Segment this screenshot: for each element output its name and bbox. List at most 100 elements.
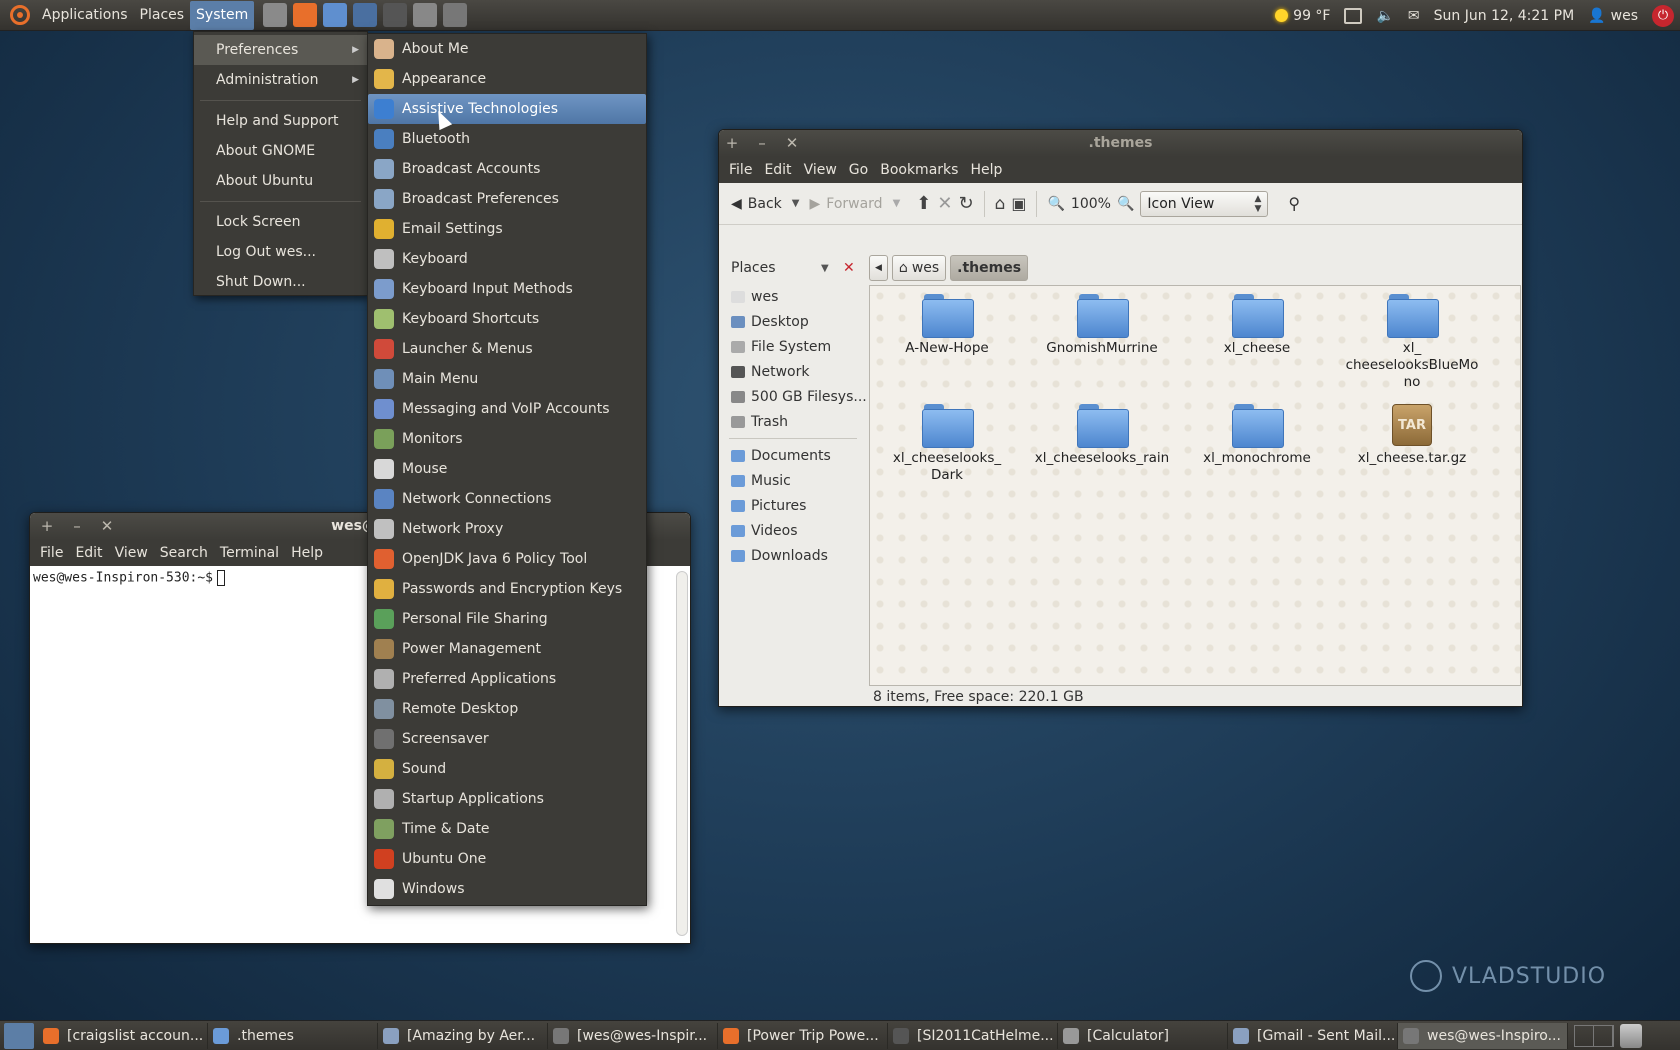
pref-item-network-proxy[interactable]: Network Proxy: [368, 514, 646, 544]
pref-item-broadcast-preferences[interactable]: Broadcast Preferences: [368, 184, 646, 214]
places-menu[interactable]: Places: [134, 0, 191, 31]
terminal-icon[interactable]: [383, 3, 408, 27]
fm-menu-go[interactable]: Go: [843, 162, 874, 178]
icon-view[interactable]: A-New-Hope GnomishMurrine xl_cheese xl_ che…: [869, 285, 1521, 686]
power-icon[interactable]: ⏻: [1652, 4, 1674, 27]
sidebar-item-file-system[interactable]: File System: [719, 334, 867, 359]
tools-icon[interactable]: [413, 3, 438, 27]
zoom-out-icon[interactable]: 🔍: [1047, 196, 1064, 212]
file-item[interactable]: xl_ cheeselooksBlueMo no: [1337, 294, 1487, 391]
file-item[interactable]: TAR xl_cheese.tar.gz: [1337, 404, 1487, 467]
terminal-menu-file[interactable]: File: [34, 545, 69, 561]
reload-icon[interactable]: ↻: [958, 193, 973, 214]
sidebar-item-documents[interactable]: Documents: [719, 443, 867, 468]
pref-item-ubuntu-one[interactable]: Ubuntu One: [368, 844, 646, 874]
path-crumb-wes[interactable]: ⌂ wes: [891, 255, 947, 281]
sidebar-item-pictures[interactable]: Pictures: [719, 493, 867, 518]
terminal-menu-terminal[interactable]: Terminal: [214, 545, 285, 561]
terminal-menu-view[interactable]: View: [109, 545, 154, 561]
pref-item-passwords-and-encryption-keys[interactable]: Passwords and Encryption Keys: [368, 574, 646, 604]
camera-icon[interactable]: [443, 3, 468, 27]
calculator-icon[interactable]: [263, 3, 288, 27]
terminal-menu-search[interactable]: Search: [154, 545, 214, 561]
sidebar-item-500-gb-filesys[interactable]: 500 GB Filesys...: [719, 384, 867, 409]
network-icon[interactable]: [353, 3, 378, 27]
sidebar-header[interactable]: Places ▼ ✕: [719, 252, 867, 284]
taskbar-button[interactable]: [Power Trip Powe...: [718, 1022, 888, 1049]
system-menu-item-about-gnome[interactable]: About GNOME: [194, 136, 367, 166]
sidebar-item-network[interactable]: Network: [719, 359, 867, 384]
sidebar-close-icon[interactable]: ✕: [843, 260, 855, 276]
workspace-1[interactable]: [1575, 1025, 1594, 1046]
user-menu[interactable]: 👤 wes: [1588, 8, 1638, 24]
system-menu-item-log-out-wes[interactable]: Log Out wes...: [194, 237, 367, 267]
stop-icon[interactable]: ✕: [937, 193, 952, 214]
computer-icon[interactable]: ▣: [1011, 194, 1026, 213]
taskbar-button[interactable]: [Amazing by Aer...: [378, 1022, 548, 1049]
forward-button[interactable]: ▶ Forward: [805, 196, 886, 212]
clock[interactable]: Sun Jun 12, 4:21 PM: [1434, 8, 1575, 24]
pref-item-power-management[interactable]: Power Management: [368, 634, 646, 664]
fm-menu-edit[interactable]: Edit: [758, 162, 797, 178]
back-history-icon[interactable]: ▼: [792, 198, 800, 209]
fm-menu-view[interactable]: View: [798, 162, 843, 178]
sidebar-item-downloads[interactable]: Downloads: [719, 543, 867, 568]
zoom-in-icon[interactable]: 🔍: [1117, 196, 1134, 212]
pref-item-main-menu[interactable]: Main Menu: [368, 364, 646, 394]
pref-item-email-settings[interactable]: Email Settings: [368, 214, 646, 244]
up-icon[interactable]: ⬆: [916, 193, 931, 214]
workspace-2[interactable]: [1594, 1025, 1613, 1046]
file-item[interactable]: A-New-Hope: [872, 294, 1022, 357]
pref-item-personal-file-sharing[interactable]: Personal File Sharing: [368, 604, 646, 634]
path-left-arrow[interactable]: ◀: [869, 255, 888, 281]
fm-menu-file[interactable]: File: [723, 162, 758, 178]
file-item[interactable]: xl_monochrome: [1182, 404, 1332, 467]
forward-history-icon[interactable]: ▼: [893, 198, 901, 209]
pref-item-keyboard-input-methods[interactable]: Keyboard Input Methods: [368, 274, 646, 304]
taskbar-button[interactable]: .themes: [208, 1022, 378, 1049]
sidebar-item-wes[interactable]: wes: [719, 284, 867, 309]
system-menu-item-help-and-support[interactable]: Help and Support: [194, 106, 367, 136]
taskbar-button[interactable]: [SI2011CatHelme...: [888, 1022, 1058, 1049]
pref-item-startup-applications[interactable]: Startup Applications: [368, 784, 646, 814]
pref-item-network-connections[interactable]: Network Connections: [368, 484, 646, 514]
search-binoculars-icon[interactable]: ⚲: [1288, 194, 1300, 213]
home-icon[interactable]: ⌂: [995, 194, 1006, 214]
pref-item-broadcast-accounts[interactable]: Broadcast Accounts: [368, 154, 646, 184]
display-icon[interactable]: [1344, 7, 1363, 24]
taskbar-button[interactable]: [Calculator]: [1058, 1022, 1228, 1049]
sidebar-item-videos[interactable]: Videos: [719, 518, 867, 543]
file-item[interactable]: xl_cheese: [1182, 294, 1332, 357]
mail-icon[interactable]: ✉: [1408, 8, 1420, 24]
pref-item-openjdk-java-6-policy-tool[interactable]: OpenJDK Java 6 Policy Tool: [368, 544, 646, 574]
file-item[interactable]: xl_cheeselooks_ Dark: [872, 404, 1022, 484]
pref-item-assistive-technologies[interactable]: Assistive Technologies: [368, 94, 646, 124]
taskbar-button[interactable]: [wes@wes-Inspir...: [548, 1022, 718, 1049]
pref-item-launcher-menus[interactable]: Launcher & Menus: [368, 334, 646, 364]
file-item[interactable]: GnomishMurrine: [1027, 294, 1177, 357]
show-desktop-icon[interactable]: [4, 1022, 34, 1049]
fm-menu-help[interactable]: Help: [964, 162, 1008, 178]
firefox-icon[interactable]: [293, 3, 318, 27]
ubuntu-logo-icon[interactable]: [10, 5, 30, 25]
pref-item-monitors[interactable]: Monitors: [368, 424, 646, 454]
system-menu-item-lock-screen[interactable]: Lock Screen: [194, 207, 367, 237]
sidebar-item-music[interactable]: Music: [719, 468, 867, 493]
sidebar-item-desktop[interactable]: Desktop: [719, 309, 867, 334]
monitor-icon[interactable]: [323, 3, 348, 27]
applications-menu[interactable]: Applications: [36, 0, 134, 31]
sidebar-item-trash[interactable]: Trash: [719, 409, 867, 434]
fm-titlebar[interactable]: + – ✕ .themes: [719, 130, 1522, 157]
pref-item-remote-desktop[interactable]: Remote Desktop: [368, 694, 646, 724]
system-menu-item-shut-down[interactable]: Shut Down...: [194, 267, 367, 297]
fm-menu-bookmarks[interactable]: Bookmarks: [874, 162, 964, 178]
volume-icon[interactable]: 🔈: [1376, 8, 1393, 24]
pref-item-mouse[interactable]: Mouse: [368, 454, 646, 484]
pref-item-sound[interactable]: Sound: [368, 754, 646, 784]
system-menu-item-about-ubuntu[interactable]: About Ubuntu: [194, 166, 367, 196]
system-menu-item-preferences[interactable]: Preferences ▶: [194, 35, 367, 65]
sidebar-dropdown-icon[interactable]: ▼: [821, 263, 829, 274]
pref-item-time-date[interactable]: Time & Date: [368, 814, 646, 844]
pref-item-windows[interactable]: Windows: [368, 874, 646, 904]
path-crumb-current[interactable]: .themes: [950, 255, 1029, 281]
